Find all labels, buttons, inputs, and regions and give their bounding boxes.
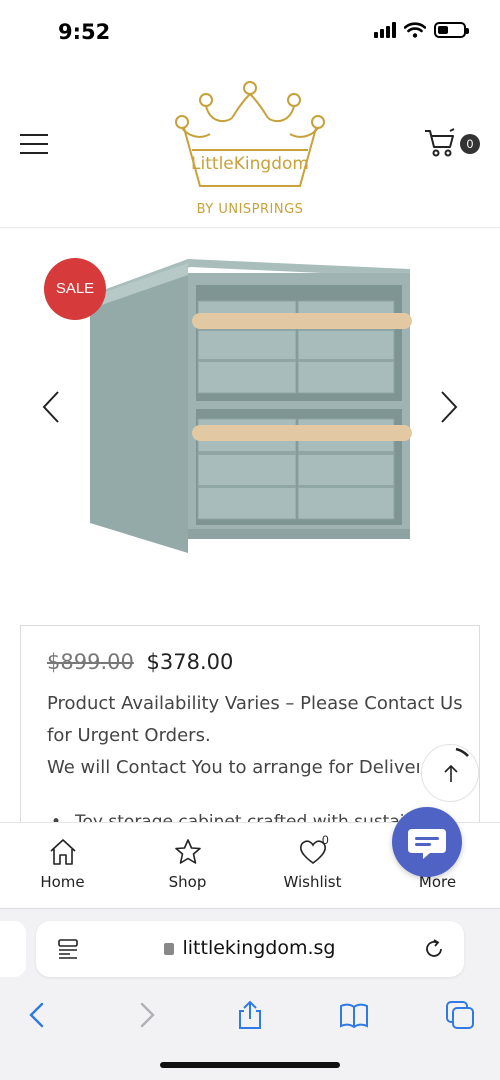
chevron-right-icon[interactable]: [438, 389, 460, 425]
original-price: $899.00: [47, 650, 134, 674]
nav-home-label: Home: [40, 873, 85, 891]
logo-subtitle: BY UNISPRINGS: [196, 202, 304, 217]
scroll-to-top-button[interactable]: [421, 744, 479, 802]
chat-icon: [408, 829, 446, 859]
reload-icon[interactable]: [422, 937, 446, 961]
price-row: $899.00 $378.00: [47, 650, 453, 674]
arrow-up-icon: [444, 764, 458, 782]
browser-toolbar: [0, 989, 500, 1041]
status-bar: 9:52: [0, 0, 500, 66]
sale-price: $378.00: [146, 650, 234, 674]
url-display: littlekingdom.sg: [36, 937, 464, 959]
cart-button[interactable]: 0: [424, 128, 480, 160]
chat-button[interactable]: [392, 807, 462, 877]
forward-icon[interactable]: [130, 999, 162, 1031]
availability-text: Product Availability Varies – Please Con…: [47, 693, 463, 746]
wishlist-count: 0: [322, 833, 329, 847]
status-icons: [374, 22, 469, 38]
share-icon[interactable]: [234, 999, 266, 1031]
signal-icon: [374, 22, 396, 38]
storage-cabinet-image: [90, 259, 412, 553]
nav-wishlist-label: Wishlist: [283, 873, 342, 891]
logo-title: LittleKingdom: [191, 154, 309, 174]
chevron-left-icon[interactable]: [40, 389, 62, 425]
browser-chrome: littlekingdom.sg: [0, 908, 500, 1080]
hamburger-icon[interactable]: [20, 134, 48, 154]
cart-icon: [425, 128, 455, 157]
lock-icon: [164, 943, 175, 955]
back-icon[interactable]: [22, 999, 54, 1031]
address-bar[interactable]: littlekingdom.sg: [36, 921, 464, 977]
crown-icon: [175, 81, 325, 187]
nav-shop-label: Shop: [168, 873, 207, 891]
tabs-icon[interactable]: [444, 999, 476, 1031]
contact-note: We will Contact You to arrange for Deliv…: [47, 757, 419, 778]
star-icon: [174, 839, 201, 864]
battery-icon: [434, 22, 469, 38]
nav-wishlist[interactable]: 0 Wishlist: [250, 823, 375, 908]
home-indicator[interactable]: [160, 1062, 340, 1068]
product-gallery[interactable]: SALE: [0, 229, 500, 599]
site-header: LittleKingdom BY UNISPRINGS 0: [0, 66, 500, 228]
sale-badge: SALE: [44, 258, 106, 320]
url-text: littlekingdom.sg: [182, 937, 336, 959]
home-icon: [49, 839, 76, 865]
nav-home[interactable]: Home: [0, 823, 125, 908]
bookmarks-icon[interactable]: [338, 999, 370, 1031]
wifi-icon: [404, 22, 426, 38]
status-time: 9:52: [58, 20, 111, 44]
site-logo[interactable]: LittleKingdom BY UNISPRINGS: [170, 78, 330, 218]
previous-tab-preview[interactable]: [0, 921, 26, 977]
cart-count-badge: 0: [460, 134, 480, 154]
nav-shop[interactable]: Shop: [125, 823, 250, 908]
